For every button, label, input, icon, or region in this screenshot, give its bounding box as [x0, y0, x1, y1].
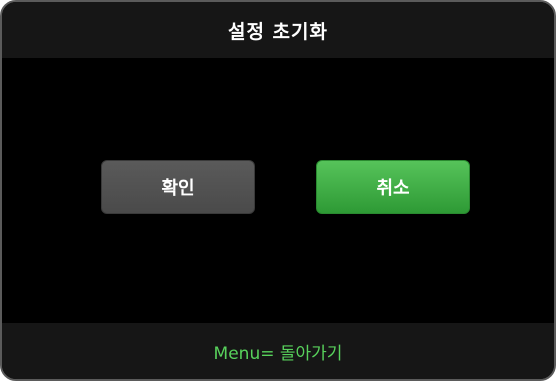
settings-reset-dialog: 설정 초기화 확인 취소 Menu= 돌아가기: [0, 0, 556, 381]
menu-back-hint: Menu= 돌아가기: [213, 343, 343, 364]
confirm-button[interactable]: 확인: [101, 160, 255, 214]
dialog-body: 확인 취소: [2, 58, 554, 323]
footer-bar: Menu= 돌아가기: [2, 323, 554, 379]
title-bar: 설정 초기화: [2, 2, 554, 58]
cancel-button[interactable]: 취소: [316, 160, 470, 214]
dialog-title: 설정 초기화: [227, 20, 328, 43]
